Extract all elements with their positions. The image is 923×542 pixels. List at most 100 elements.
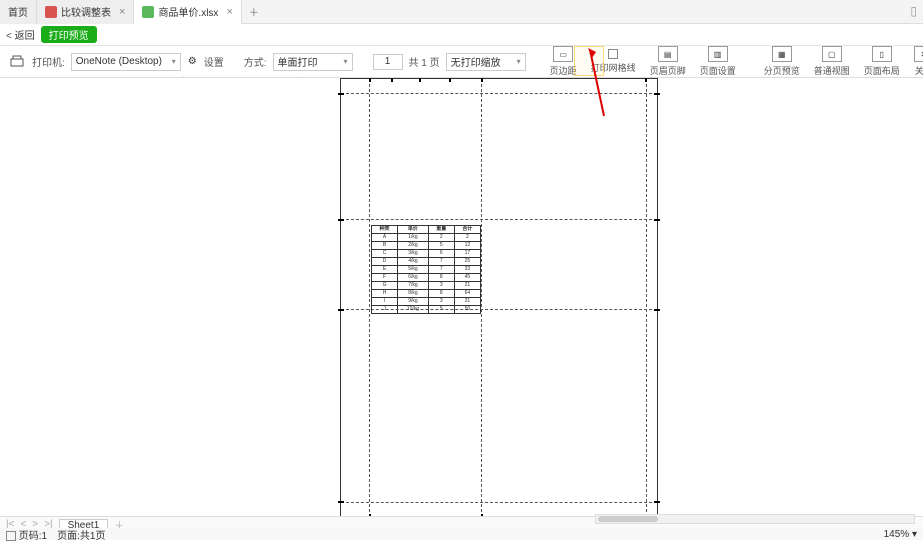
page-break-button[interactable]: ▦分页预览 [760, 46, 804, 77]
table-cell: H [372, 290, 398, 298]
nav-row: < 返回 打印预览 [0, 24, 923, 46]
table-cell: 2 [454, 234, 480, 242]
printer-select[interactable]: OneNote (Desktop)▾ [71, 53, 181, 71]
table-cell: F [372, 274, 398, 282]
xls-icon [142, 6, 154, 18]
table-cell: 2/kg [398, 242, 429, 250]
table-cell: 31 [454, 298, 480, 306]
table-cell: 50 [454, 306, 480, 314]
tab-label: 比较调整表 [61, 4, 111, 19]
table-cell: A [372, 234, 398, 242]
table-header: 合计 [454, 226, 480, 234]
method-select[interactable]: 单面打印▾ [273, 53, 353, 71]
normal-view-button[interactable]: ▢普通视图 [810, 46, 854, 77]
checkbox-icon[interactable] [6, 531, 16, 541]
close-icon[interactable]: × [119, 6, 125, 18]
chevron-down-icon: ▾ [517, 57, 521, 66]
table-row: I9/kg331 [372, 298, 481, 306]
table-cell: 3 [428, 282, 454, 290]
checkbox-icon [608, 49, 618, 59]
doc-icon [45, 6, 57, 18]
page-total: 共 1 页 [409, 54, 440, 69]
table-cell: 8 [428, 290, 454, 298]
table-row: F6/kg845 [372, 274, 481, 282]
table-cell: 6/kg [398, 274, 429, 282]
table-cell: 3/kg [398, 250, 429, 258]
tab-current-file[interactable]: 商品单价.xlsx × [134, 0, 241, 24]
table-header: 种类 [372, 226, 398, 234]
table-cell: 4/kg [398, 258, 429, 266]
page-number-input[interactable] [373, 54, 403, 70]
table-cell: B [372, 242, 398, 250]
zoom-display[interactable]: 145% ▾ [884, 529, 917, 540]
table-cell: 6 [428, 250, 454, 258]
table-cell: 3 [428, 298, 454, 306]
table-cell: I [372, 298, 398, 306]
table-cell: 25 [454, 258, 480, 266]
table-cell: 21 [454, 282, 480, 290]
table-row: D4/kg725 [372, 258, 481, 266]
tab-label: 首页 [8, 4, 28, 19]
mode-pill: 打印预览 [41, 26, 97, 43]
table-cell: J [372, 306, 398, 314]
page-setup-button[interactable]: ▥页面设置 [696, 46, 740, 77]
table-row: H8/kg864 [372, 290, 481, 298]
chevron-down-icon: ▾ [172, 57, 176, 66]
tab-add-button[interactable]: ＋ [242, 4, 266, 19]
table-header: 重量 [428, 226, 454, 234]
table-cell: 8/kg [398, 290, 429, 298]
close-button[interactable]: ✕关闭 [910, 46, 923, 77]
printer-label: 打印机: [32, 54, 65, 69]
table-cell: E [372, 266, 398, 274]
menu-icon[interactable]: ▯ [910, 4, 917, 18]
table-cell: 1/kg [398, 234, 429, 242]
table-cell: 5 [428, 242, 454, 250]
page-preview: 种类单价重量合计 A1/kg22B2/kg512C3/kg617D4/kg725… [340, 78, 658, 518]
table-cell: 7 [428, 266, 454, 274]
table-cell: 17 [454, 250, 480, 258]
table-row: B2/kg512 [372, 242, 481, 250]
table-row: G7/kg321 [372, 282, 481, 290]
print-toolbar: 打印机: OneNote (Desktop)▾ ⚙ 设置 方式: 单面打印▾ 共… [0, 46, 923, 78]
tab-compare[interactable]: 比较调整表 × [37, 0, 134, 24]
header-footer-button[interactable]: ▤页眉页脚 [646, 46, 690, 77]
table-cell: 9/kg [398, 298, 429, 306]
table-cell: 64 [454, 290, 480, 298]
scale-mode-select[interactable]: 无打印缩放▾ [446, 53, 526, 71]
status-bar: 页码:1 页面:共1页 145% ▾ [0, 528, 923, 540]
table-header: 单价 [398, 226, 429, 234]
horizontal-scrollbar[interactable] [595, 514, 915, 524]
table-cell: 8 [428, 274, 454, 282]
table-cell: 2 [428, 234, 454, 242]
table-cell: 33 [454, 266, 480, 274]
table-row: E5/kg733 [372, 266, 481, 274]
chevron-down-icon: ▾ [344, 57, 348, 66]
print-icon[interactable] [8, 53, 26, 71]
document-tab-bar: 首页 比较调整表 × 商品单价.xlsx × ＋ ▯ [0, 0, 923, 24]
print-preview-area: 种类单价重量合计 A1/kg22B2/kg512C3/kg617D4/kg725… [0, 78, 923, 518]
table-cell: 10/kg [398, 306, 429, 314]
table-cell: 5 [428, 306, 454, 314]
method-label: 方式: [244, 54, 267, 69]
table-cell: C [372, 250, 398, 258]
settings-label: 设置 [204, 54, 224, 69]
table-row: C3/kg617 [372, 250, 481, 258]
table-row: A1/kg22 [372, 234, 481, 242]
table-cell: 5/kg [398, 266, 429, 274]
back-button[interactable]: < 返回 [6, 27, 35, 42]
tab-home[interactable]: 首页 [0, 0, 37, 24]
data-table: 种类单价重量合计 A1/kg22B2/kg512C3/kg617D4/kg725… [371, 225, 481, 314]
table-cell: D [372, 258, 398, 266]
highlight-annotation [574, 46, 604, 76]
settings-icon[interactable]: ⚙ [187, 53, 198, 71]
page-layout-button[interactable]: ▯页面布局 [860, 46, 904, 77]
table-cell: 7 [428, 258, 454, 266]
close-icon[interactable]: × [226, 6, 232, 18]
scrollbar-thumb[interactable] [598, 516, 658, 522]
tab-label: 商品单价.xlsx [158, 4, 218, 19]
table-row: J10/kg550 [372, 306, 481, 314]
table-cell: 12 [454, 242, 480, 250]
table-cell: G [372, 282, 398, 290]
table-cell: 7/kg [398, 282, 429, 290]
table-cell: 45 [454, 274, 480, 282]
